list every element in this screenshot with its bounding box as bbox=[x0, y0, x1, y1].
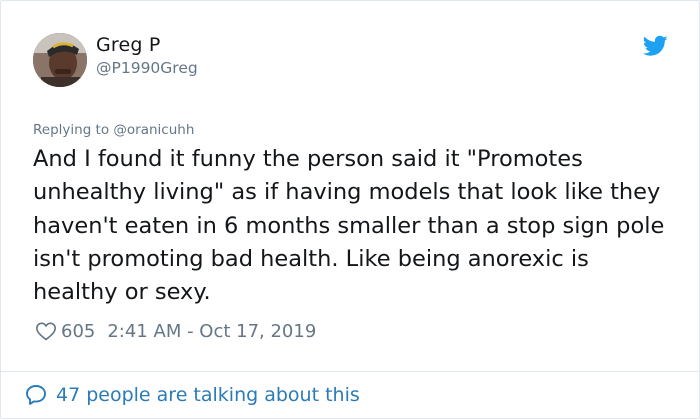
tweet-meta: 605 2:41 AM - Oct 17, 2019 bbox=[35, 319, 316, 343]
avatar-image bbox=[33, 33, 87, 87]
heart-icon[interactable] bbox=[35, 320, 57, 342]
timestamp[interactable]: 2:41 AM - Oct 17, 2019 bbox=[107, 321, 316, 342]
avatar[interactable] bbox=[33, 33, 87, 87]
like-count[interactable]: 605 bbox=[61, 321, 95, 342]
twitter-bird-icon[interactable] bbox=[642, 35, 668, 57]
talking-text[interactable]: 47 people are talking about this bbox=[56, 384, 360, 406]
divider bbox=[1, 371, 699, 372]
author-handle[interactable]: @P1990Greg bbox=[96, 59, 198, 77]
tweet-text: And I found it funny the person said it … bbox=[33, 146, 665, 306]
author-name[interactable]: Greg P bbox=[96, 34, 161, 56]
speech-bubble-icon bbox=[26, 385, 46, 405]
tweet-card: Greg P @P1990Greg Replying to @oranicuhh… bbox=[0, 0, 700, 419]
replying-to[interactable]: Replying to @oranicuhh bbox=[33, 122, 194, 138]
talking-link[interactable]: 47 people are talking about this bbox=[24, 381, 360, 409]
